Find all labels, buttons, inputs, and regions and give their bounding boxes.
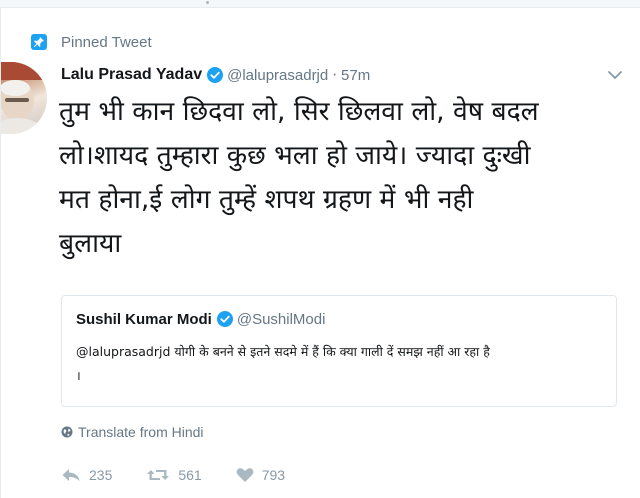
retweet-button[interactable]: 561 bbox=[146, 467, 202, 483]
tweet-actions: 235 561 793 bbox=[61, 464, 319, 486]
like-count: 793 bbox=[261, 467, 286, 483]
quoted-tweet-header: Sushil Kumar Modi @SushilModi bbox=[76, 308, 602, 330]
avatar[interactable] bbox=[1, 62, 47, 134]
tweet-text: तुम भी कान छिदवा लो, सिर छिलवा लो, वेष ब… bbox=[59, 90, 634, 266]
author-handle[interactable]: @laluprasadrjd bbox=[227, 67, 328, 84]
quoted-author-handle: @SushilModi bbox=[236, 310, 326, 328]
reply-icon bbox=[61, 467, 81, 483]
retweet-count: 561 bbox=[178, 467, 202, 483]
quoted-author-name: Sushil Kumar Modi bbox=[76, 310, 212, 328]
quoted-tweet-text: @laluprasadrjd योगी के बनने से इतने सदमे… bbox=[76, 340, 606, 388]
chevron-down-icon[interactable] bbox=[607, 68, 623, 82]
tweet-header: Lalu Prasad Yadav @laluprasadrjd · 57m bbox=[61, 64, 370, 86]
separator-dot bbox=[206, 1, 209, 4]
tweet-timestamp[interactable]: 57m bbox=[341, 67, 370, 84]
like-button[interactable]: 793 bbox=[236, 467, 285, 483]
retweet-icon bbox=[146, 467, 170, 483]
pinned-indicator: Pinned Tweet bbox=[31, 32, 152, 52]
reply-button[interactable]: 235 bbox=[61, 467, 112, 483]
pin-icon bbox=[31, 34, 47, 50]
verified-badge-icon bbox=[216, 311, 233, 327]
verified-badge-icon bbox=[207, 67, 224, 83]
like-icon bbox=[236, 467, 254, 483]
tweet-text-line: तुम भी कान छिदवा लो, सिर छिलवा लो, वेष ब… bbox=[59, 96, 539, 127]
translate-label: Translate from Hindi bbox=[78, 424, 204, 440]
quoted-text-line: @laluprasadrjd योगी के बनने से इतने सदमे… bbox=[76, 344, 490, 359]
quoted-text-line: । bbox=[76, 368, 81, 383]
author-name[interactable]: Lalu Prasad Yadav bbox=[61, 66, 202, 84]
reply-count: 235 bbox=[89, 467, 113, 483]
tweet-text-line: लो।शायद तुम्हारा कुछ भला हो जाये। ज्यादा… bbox=[59, 140, 531, 171]
quoted-tweet[interactable]: Sushil Kumar Modi @SushilModi @laluprasa… bbox=[61, 295, 617, 407]
header-separator: · bbox=[332, 66, 338, 84]
translate-link[interactable]: Translate from Hindi bbox=[61, 422, 204, 442]
pinned-label: Pinned Tweet bbox=[61, 33, 152, 51]
top-strip bbox=[0, 0, 640, 8]
tweet-text-line: मत होना,ई लोग तुम्हें शपथ ग्रहण में भी न… bbox=[59, 184, 474, 215]
pinned-tweet[interactable]: Pinned Tweet Lalu Prasad Yadav @lalupras… bbox=[0, 8, 640, 498]
globe-icon bbox=[61, 426, 73, 438]
tweet-text-line: बुलाया bbox=[59, 228, 122, 259]
